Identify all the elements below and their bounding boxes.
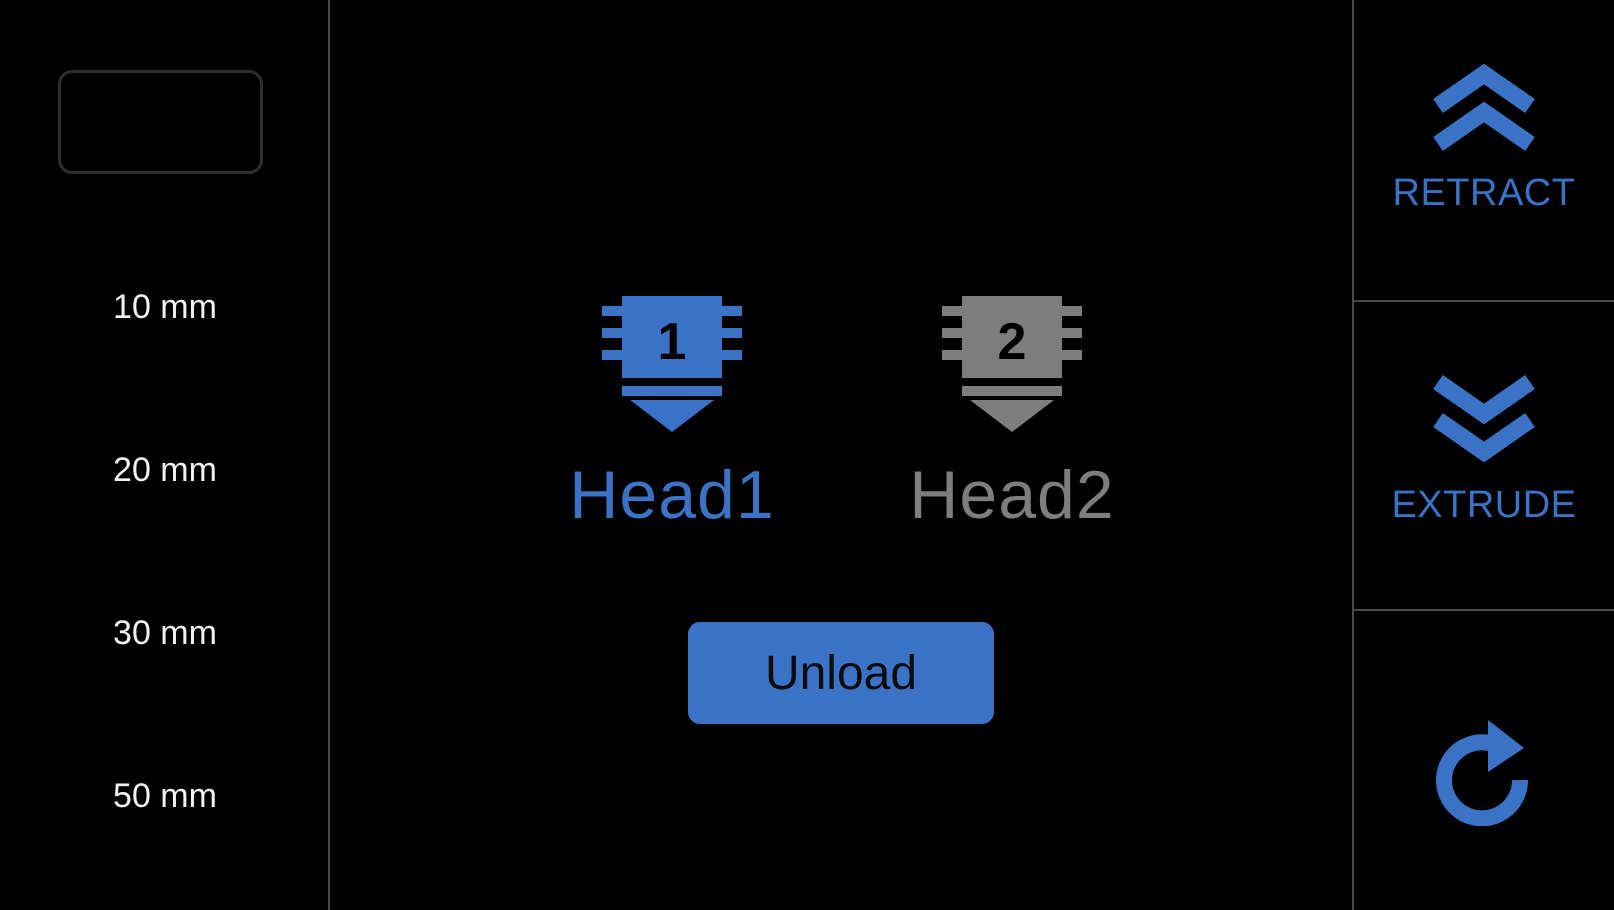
head-selection-panel: 1 Head1 2 Head2 Unload	[330, 0, 1352, 910]
retract-button[interactable]: RETRACT	[1354, 0, 1614, 302]
extrude-label: EXTRUDE	[1391, 484, 1577, 526]
unload-button[interactable]: Unload	[688, 622, 994, 724]
amount-display[interactable]	[58, 70, 263, 174]
head2-selector[interactable]: 2 Head2	[907, 296, 1117, 534]
nozzle-head-1-icon: 1	[602, 296, 742, 432]
head2-number: 2	[998, 313, 1027, 371]
head2-label: Head2	[909, 457, 1115, 533]
distance-option-10mm[interactable]: 10 mm	[60, 282, 270, 332]
distance-panel: 10 mm 20 mm 30 mm 50 mm	[0, 0, 330, 910]
nozzle-head-2-icon: 2	[942, 296, 1082, 432]
head1-number: 1	[658, 313, 687, 371]
retract-label: RETRACT	[1392, 172, 1576, 214]
extrude-button[interactable]: EXTRUDE	[1354, 302, 1614, 611]
refresh-icon	[1436, 720, 1529, 826]
distance-option-20mm[interactable]: 20 mm	[60, 445, 270, 495]
head1-label: Head1	[569, 457, 775, 533]
distance-option-30mm[interactable]: 30 mm	[60, 608, 270, 658]
double-chevron-up-icon	[1433, 64, 1535, 151]
head1-selector[interactable]: 1 Head1	[567, 296, 777, 534]
double-chevron-down-icon	[1433, 375, 1535, 462]
distance-option-50mm[interactable]: 50 mm	[60, 771, 270, 821]
refresh-button[interactable]	[1354, 611, 1614, 910]
action-panel: RETRACT EXTRUDE	[1352, 0, 1614, 910]
